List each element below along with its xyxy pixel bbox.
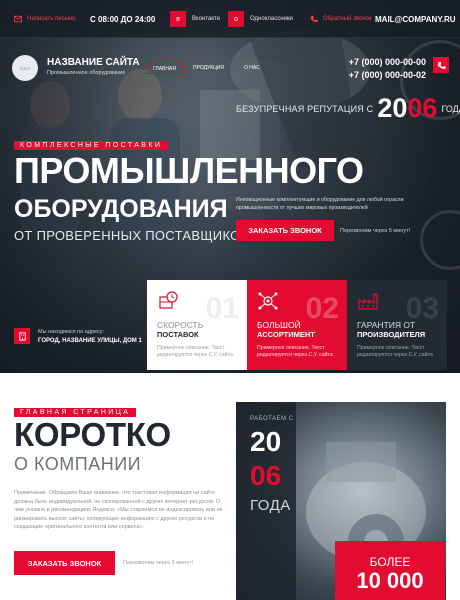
site-subtitle: Промышленное оборудование [47,70,126,76]
address-block: Мы находимся по адресу: ГОРОД, НАЗВАНИЕ … [14,328,142,344]
site-title[interactable]: НАЗВАНИЕ САЙТА [47,57,140,68]
hero-title-line3: ОТ ПРОВЕРЕННЫХ ПОСТАВЩИКОВ [14,228,250,243]
about-callback-note: Перезвоним через 5 минут! [123,560,194,566]
hero-description: Инновационные комплектующие и оборудован… [236,197,404,211]
social-vk-link[interactable]: в Вконтакте [170,0,220,38]
feature-card-speed: 01 СКОРОСТЬ ПОСТАВОК Примерное описание.… [147,280,247,370]
feature-title-bold: ПОСТАВОК [157,330,199,339]
reputation-banner: БЕЗУПРЕЧНАЯ РЕПУТАЦИЯ С 2006 ГОДА [236,93,460,123]
phone-number-1[interactable]: +7 (000) 000-00-00 [349,57,426,67]
ok-icon: о [228,11,244,27]
building-icon [14,328,30,344]
logo[interactable]: ЛОГО [12,55,38,81]
about-subtitle: О КОМПАНИИ [14,454,142,474]
hero-tag: КОМПЛЕКСНЫЕ ПОСТАВКИ [14,141,169,150]
network-gear-icon [257,290,279,312]
since-year-part1: 20 [250,426,282,457]
feature-title-bold: ПРОИЗВОДИТЕЛЯ [357,330,426,339]
feature-description: Примерное описание. Текст редактируется … [157,345,233,358]
feature-number: 03 [405,292,439,325]
factory-icon [357,290,379,312]
stat-value: 10 000 [356,568,424,593]
hero-callback-note: Перезвоним через 5 минут! [340,228,411,234]
about-order-call-button[interactable]: ЗАКАЗАТЬ ЗВОНОК [14,551,115,575]
hero-order-call-button[interactable]: ЗАКАЗАТЬ ЗВОНОК [236,220,334,241]
nav-item-home[interactable]: ГЛАВНАЯ [146,63,183,74]
work-hours: С 08:00 ДО 24:00 [90,14,156,24]
write-letter-link[interactable]: Написать письмо [14,0,75,38]
hero-title-line1: ПРОМЫШЛЕННОГО [14,150,364,191]
feature-description: Примерное описание. Текст редактируется … [357,345,433,358]
feature-card-warranty: 03 ГАРАНТИЯ ОТ ПРОИЗВОДИТЕЛЯ Примерное о… [347,280,447,370]
since-year-part2: 06 [250,460,282,491]
mail-icon [14,15,22,23]
since-year-word: ГОДА [250,497,291,514]
address-value: ГОРОД, НАЗВАНИЕ УЛИЦЫ, ДОМ 1 [38,337,142,344]
stat-label: БОЛЕЕ [369,555,411,569]
email-link[interactable]: MAIL@COMPANY.RU [375,0,456,38]
feature-number: 02 [305,292,339,325]
feature-title-bold: АССОРТИМЕНТ [257,330,315,339]
feature-number: 01 [205,292,239,325]
nav-item-products[interactable]: ПРОДУКЦИЯ [193,63,224,74]
nav-item-about[interactable]: О НАС [244,63,260,74]
about-text: Примечание. Обращаем Ваше внимание, что … [14,490,223,530]
phone-number-2[interactable]: +7 (000) 000-00-02 [349,70,426,80]
stat-badge: БОЛЕЕ 10 000 [335,541,445,600]
social-ok-link[interactable]: о Одноклассники [228,0,293,38]
top-bar: Написать письмо С 08:00 ДО 24:00 в Вконт… [0,0,460,38]
callback-link[interactable]: Обратный звонок [310,0,372,38]
phone-icon [310,15,318,22]
vk-icon: в [170,11,186,27]
phone-icon [437,61,446,69]
about-title: КОРОТКО [14,416,171,453]
feature-description: Примерное описание. Текст редактируется … [257,345,333,358]
feature-card-assortment: 02 БОЛЬШОЙ АССОРТИМЕНТ Примерное описани… [247,280,347,370]
since-label: РАБОТАЕМ С [250,416,294,422]
hero-title-line2: ОБОРУДОВАНИЯ [14,195,228,223]
callback-button[interactable] [433,57,449,73]
address-label: Мы находимся по адресу: [38,328,105,335]
clock-box-icon [157,290,179,312]
